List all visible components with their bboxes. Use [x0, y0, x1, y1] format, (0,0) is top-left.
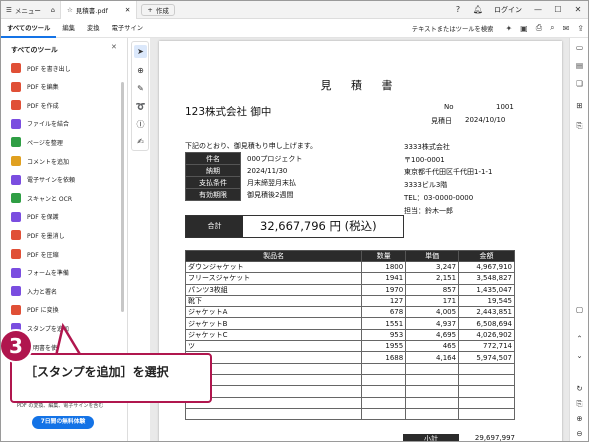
- step-badge: 3: [1, 329, 33, 363]
- callout-text: ［スタンプを追加］を選択: [25, 365, 169, 379]
- app-window: ☰ メニュー ⌂ ☆ 見積書.pdf ✕ + 作成 ? 🔔︎ ログイン — ☐ ✕ すべ…: [0, 0, 589, 442]
